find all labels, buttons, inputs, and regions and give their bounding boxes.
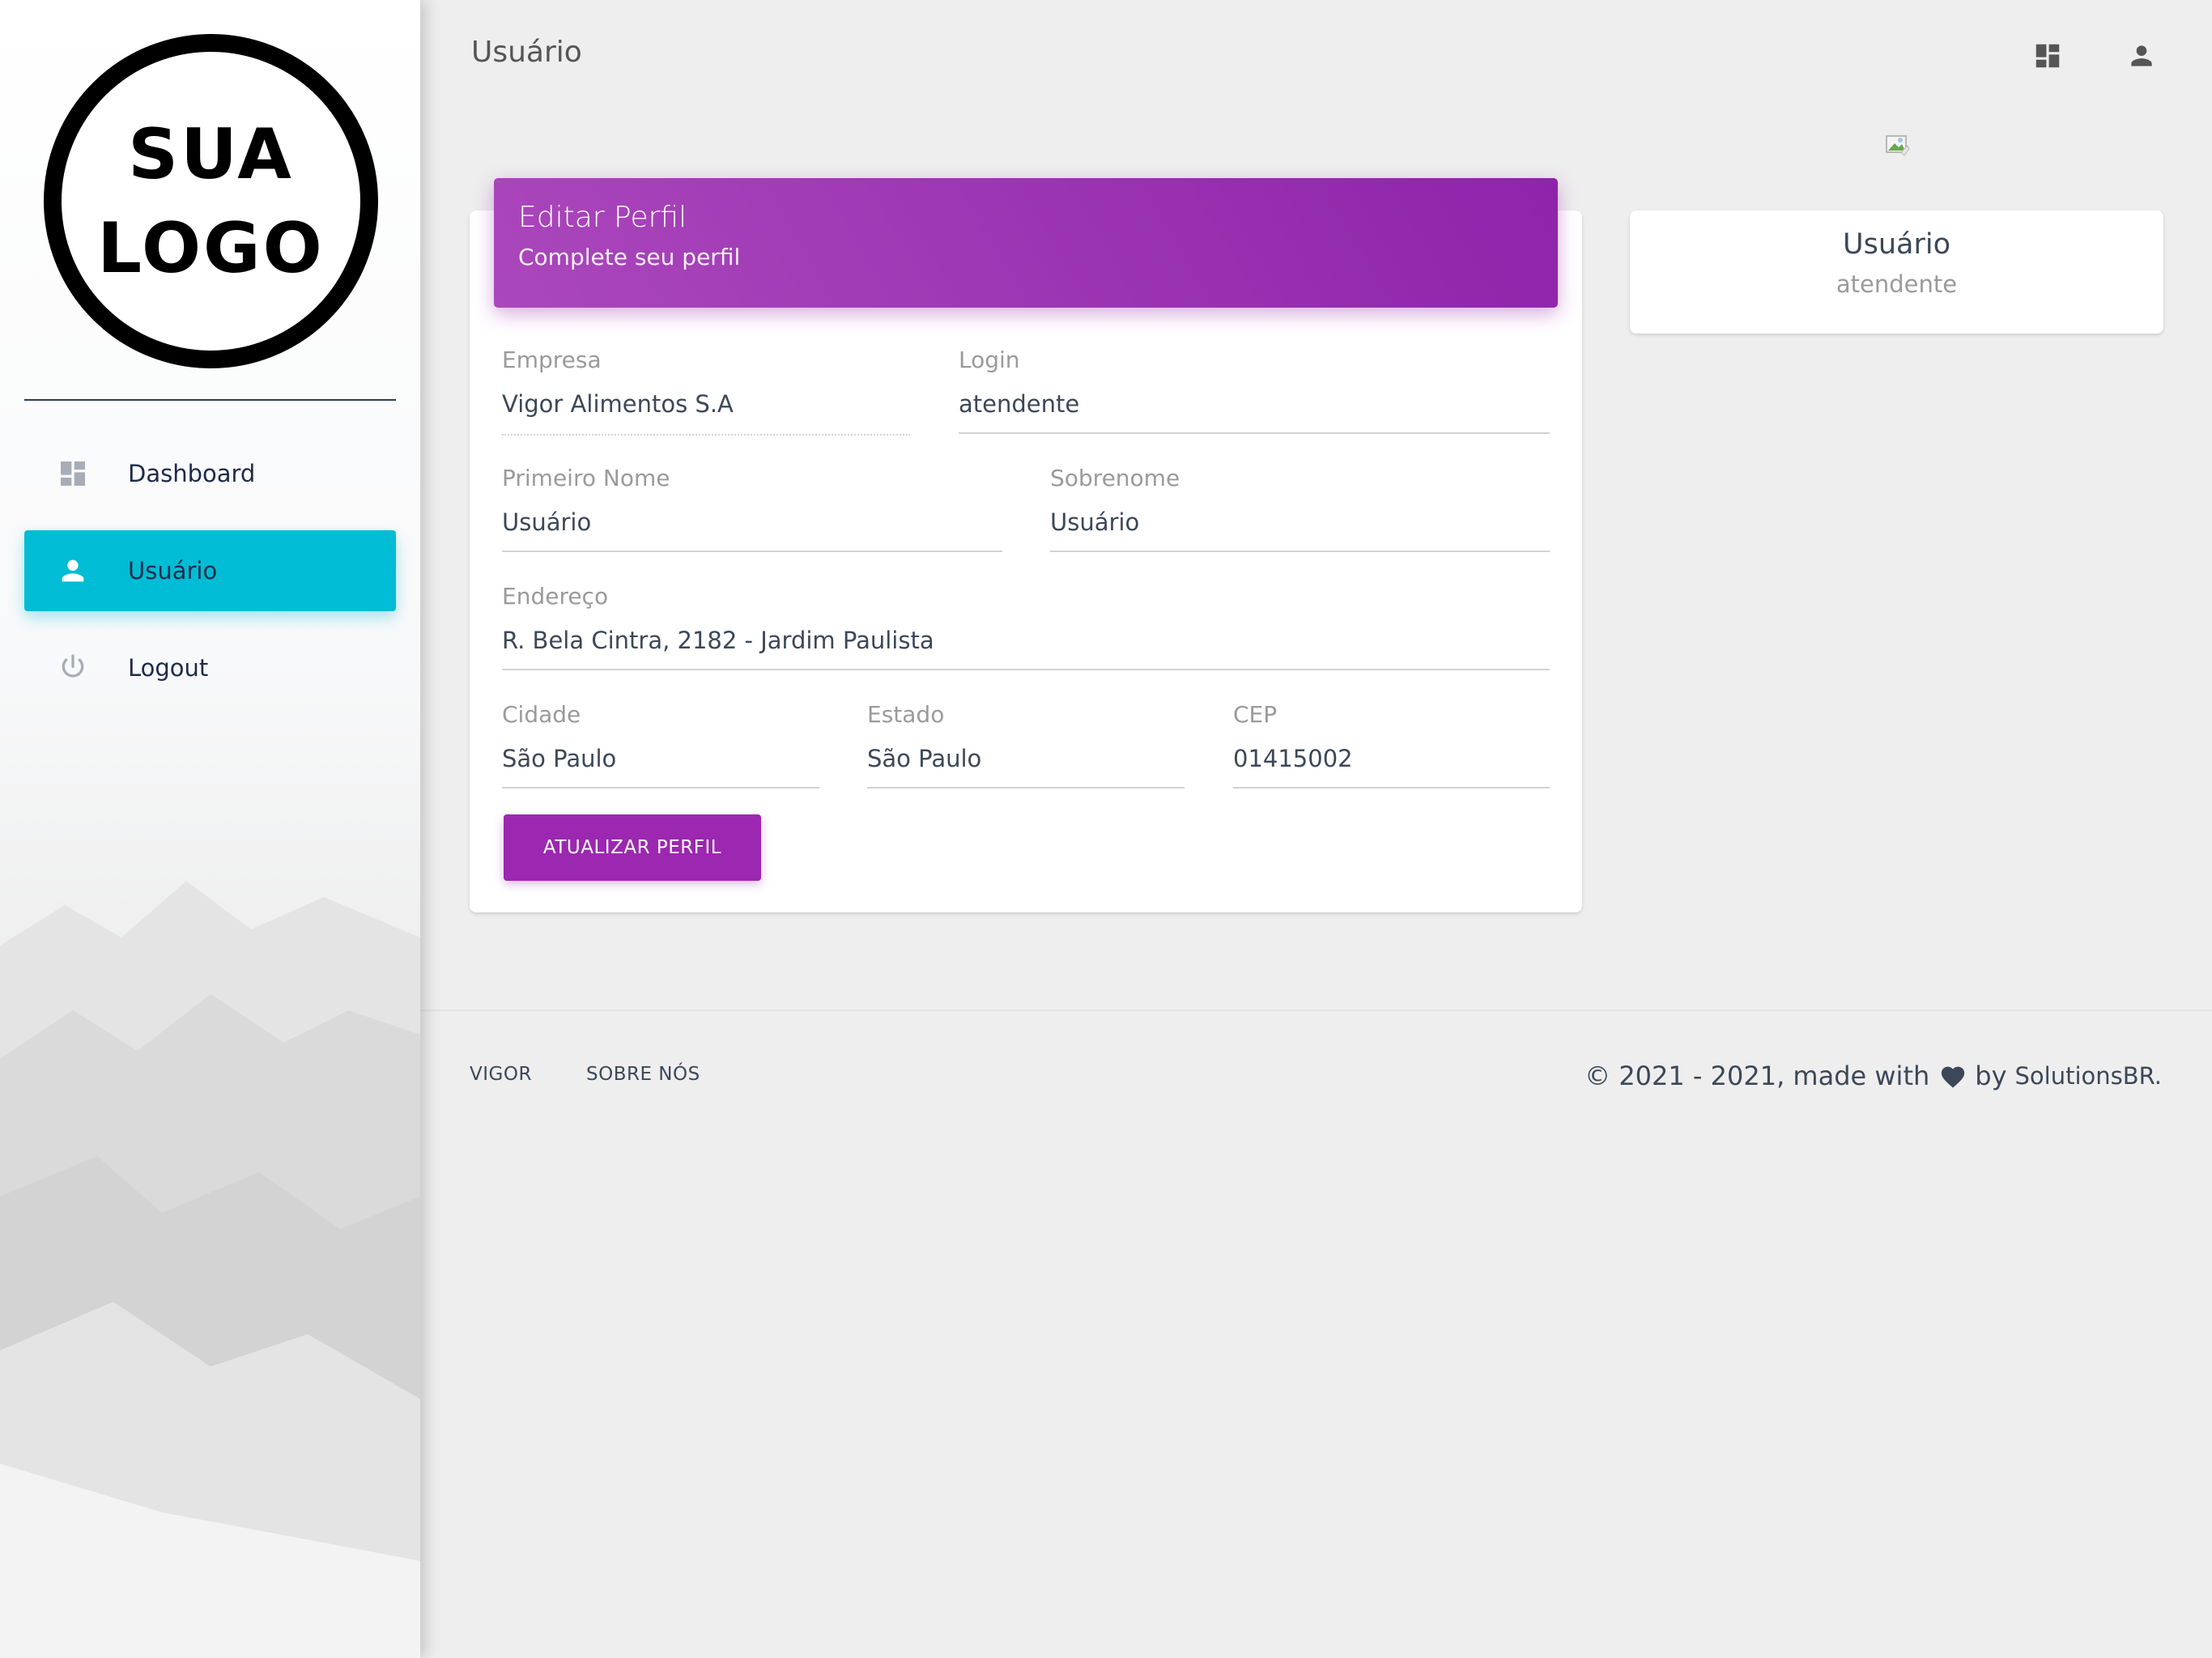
logo-line-2: LOGO	[97, 207, 325, 289]
field-value: 01415002	[1233, 745, 1353, 772]
copyright-text: © 2021 - 2021, made with	[1585, 1061, 1930, 1091]
footer-divider	[420, 1010, 2212, 1011]
copyright: © 2021 - 2021, made with by SolutionsBR.	[1585, 1061, 2162, 1091]
cep-field[interactable]: CEP 01415002	[1233, 701, 1550, 789]
field-value: Vigor Alimentos S.A	[502, 390, 734, 418]
profile-card	[470, 210, 1582, 912]
logo-line-1: SUA	[128, 113, 294, 195]
sidebar-item-logout[interactable]: Logout	[24, 627, 396, 708]
field-underline	[502, 434, 910, 436]
dashboard-icon[interactable]	[2029, 37, 2066, 74]
update-profile-button[interactable]: ATUALIZAR PERFIL	[504, 814, 761, 881]
sidebar-item-label: Usuário	[128, 557, 218, 585]
field-underline	[502, 669, 1550, 670]
power-icon	[55, 650, 91, 686]
field-value: atendente	[959, 390, 1080, 418]
field-label: Login	[959, 346, 1020, 373]
field-value: São Paulo	[867, 745, 982, 772]
sidebar-item-label: Logout	[128, 654, 209, 682]
person-icon	[55, 553, 91, 589]
user-card-role: atendente	[1836, 270, 1958, 298]
field-underline	[1233, 787, 1550, 789]
sobrenome-field[interactable]: Sobrenome Usuário	[1050, 465, 1550, 552]
field-label: CEP	[1233, 701, 1278, 728]
field-label: Estado	[867, 701, 945, 728]
endereco-field[interactable]: Endereço R. Bela Cintra, 2182 - Jardim P…	[502, 583, 1550, 670]
field-underline	[959, 432, 1550, 434]
field-label: Primeiro Nome	[502, 465, 670, 491]
sidebar-item-dashboard[interactable]: Dashboard	[24, 433, 396, 514]
primeiro-nome-field[interactable]: Primeiro Nome Usuário	[502, 465, 1002, 552]
copyright-brand-link[interactable]: SolutionsBR.	[2015, 1062, 2162, 1090]
field-underline	[1050, 551, 1550, 552]
broken-image-icon	[1886, 135, 1910, 156]
copyright-by: by	[1975, 1061, 2007, 1091]
sidebar-item-label: Dashboard	[128, 460, 256, 487]
card-subtitle: Complete seu perfil	[518, 244, 741, 270]
field-value: Usuário	[1050, 508, 1140, 536]
brand-logo[interactable]: SUA LOGO	[44, 34, 378, 368]
sidebar: SUA LOGO Dashboard Usuário Logout	[0, 0, 420, 1658]
person-icon[interactable]	[2123, 37, 2160, 74]
estado-field[interactable]: Estado São Paulo	[867, 701, 1185, 789]
user-card: Usuário atendente	[1630, 210, 2163, 334]
sidebar-background-image	[0, 881, 420, 1658]
user-card-name: Usuário	[1842, 228, 1950, 261]
field-value: Usuário	[502, 508, 592, 536]
login-field[interactable]: Login atendente	[959, 346, 1550, 434]
field-underline	[867, 787, 1185, 789]
cidade-field[interactable]: Cidade São Paulo	[502, 701, 819, 789]
page-title: Usuário	[471, 36, 582, 69]
heart-icon	[1942, 1066, 1965, 1088]
sidebar-item-usuario[interactable]: Usuário	[24, 530, 396, 611]
field-label: Cidade	[502, 701, 581, 728]
dashboard-icon	[55, 456, 91, 491]
empresa-field: Empresa Vigor Alimentos S.A	[502, 346, 910, 436]
field-label: Endereço	[502, 583, 609, 610]
field-underline	[502, 787, 819, 789]
profile-card-header: Editar Perfil Complete seu perfil	[494, 178, 1558, 308]
footer-link-sobre-nos[interactable]: SOBRE NÓS	[586, 1064, 700, 1085]
field-value: São Paulo	[502, 745, 617, 772]
card-title: Editar Perfil	[518, 201, 687, 234]
field-label: Sobrenome	[1050, 465, 1180, 491]
field-underline	[502, 551, 1002, 552]
field-value: R. Bela Cintra, 2182 - Jardim Paulista	[502, 627, 934, 654]
sidebar-divider	[24, 399, 396, 401]
footer-link-vigor[interactable]: VIGOR	[470, 1064, 532, 1085]
field-label: Empresa	[502, 346, 602, 373]
